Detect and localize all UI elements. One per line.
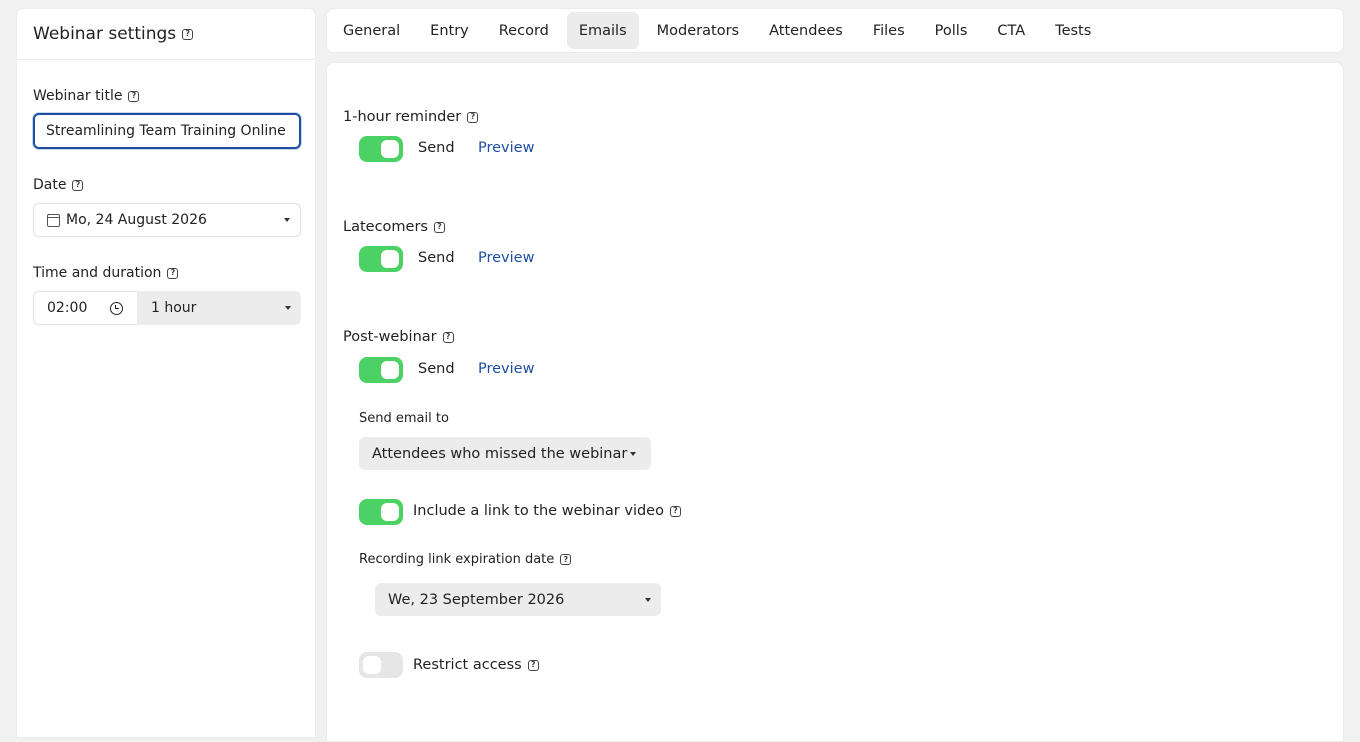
webinar-title-input[interactable] <box>33 113 301 149</box>
toggle-knob <box>381 140 399 158</box>
date-value: Mo, 24 August 2026 <box>66 212 207 228</box>
sidebar-header: Webinar settings ? <box>17 9 315 60</box>
latecomers-preview-link[interactable]: Preview <box>478 250 534 266</box>
time-duration-label: Time and duration? <box>33 265 179 281</box>
post-webinar-label-text: Post-webinar <box>343 329 437 345</box>
include-link-label-text: Include a link to the webinar video <box>413 503 664 519</box>
webinar-title-label: Webinar title? <box>33 88 140 104</box>
toggle-knob <box>363 656 381 674</box>
include-link-label: Include a link to the webinar video? <box>413 503 681 519</box>
settings-tabs: General Entry Record Emails Moderators A… <box>326 8 1344 53</box>
date-label-text: Date <box>33 177 67 193</box>
send-to-select[interactable]: Attendees who missed the webinar <box>359 437 651 470</box>
send-to-label: Send email to <box>359 411 449 426</box>
latecomers-send-label: Send <box>418 250 455 266</box>
post-webinar-send-label: Send <box>418 361 455 377</box>
tab-general[interactable]: General <box>331 12 412 49</box>
reminder-preview-link[interactable]: Preview <box>478 140 534 156</box>
toggle-knob <box>381 361 399 379</box>
time-value: 02:00 <box>47 300 88 316</box>
time-input[interactable]: 02:00 <box>33 291 138 325</box>
emails-panel: 1-hour reminder? Send Preview Latecomers… <box>326 62 1344 742</box>
tab-entry[interactable]: Entry <box>418 12 481 49</box>
tab-moderators[interactable]: Moderators <box>645 12 751 49</box>
calendar-icon <box>47 213 60 227</box>
help-icon[interactable]: ? <box>669 505 681 517</box>
send-to-value: Attendees who missed the webinar <box>372 445 628 462</box>
post-webinar-preview-link[interactable]: Preview <box>478 361 534 377</box>
toggle-knob <box>381 250 399 268</box>
date-label: Date? <box>33 177 84 193</box>
chevron-down-icon <box>645 597 651 602</box>
post-webinar-label: Post-webinar? <box>343 329 454 345</box>
chevron-down-icon <box>285 306 291 310</box>
duration-value: 1 hour <box>151 300 197 316</box>
latecomers-label-text: Latecomers <box>343 219 428 235</box>
include-link-toggle[interactable] <box>359 499 403 525</box>
latecomers-send-toggle[interactable] <box>359 246 403 272</box>
help-icon[interactable]: ? <box>442 331 454 343</box>
tab-emails[interactable]: Emails <box>566 12 639 49</box>
reminder-send-label: Send <box>418 140 455 156</box>
expiration-label-text: Recording link expiration date <box>359 552 555 567</box>
tab-attendees[interactable]: Attendees <box>757 12 855 49</box>
chevron-down-icon <box>284 218 290 222</box>
tab-files[interactable]: Files <box>861 12 917 49</box>
date-select[interactable]: Mo, 24 August 2026 <box>33 203 301 237</box>
tab-polls[interactable]: Polls <box>923 12 980 49</box>
settings-sidebar: Webinar settings ? Webinar title? Date? … <box>16 8 316 738</box>
reminder-send-toggle[interactable] <box>359 136 403 162</box>
tab-tests[interactable]: Tests <box>1043 12 1103 49</box>
tab-record[interactable]: Record <box>487 12 561 49</box>
help-icon[interactable]: ? <box>128 90 140 102</box>
help-icon[interactable]: ? <box>72 179 84 191</box>
help-icon[interactable]: ? <box>167 267 179 279</box>
webinar-title-label-text: Webinar title <box>33 88 123 104</box>
reminder-label: 1-hour reminder? <box>343 109 479 125</box>
restrict-access-toggle[interactable] <box>359 652 403 678</box>
reminder-label-text: 1-hour reminder <box>343 109 462 125</box>
restrict-access-label-text: Restrict access <box>413 657 522 673</box>
help-icon[interactable]: ? <box>467 111 479 123</box>
help-icon[interactable]: ? <box>433 221 445 233</box>
expiration-date-select[interactable]: We, 23 September 2026 <box>375 583 661 616</box>
clock-icon <box>110 302 123 315</box>
post-webinar-send-toggle[interactable] <box>359 357 403 383</box>
latecomers-label: Latecomers? <box>343 219 445 235</box>
expiration-date-value: We, 23 September 2026 <box>388 591 565 608</box>
tab-cta[interactable]: CTA <box>985 12 1037 49</box>
chevron-down-icon <box>630 451 636 456</box>
duration-select[interactable]: 1 hour <box>137 291 301 325</box>
help-icon[interactable]: ? <box>560 554 572 565</box>
time-duration-label-text: Time and duration <box>33 265 162 281</box>
restrict-access-label: Restrict access? <box>413 657 539 673</box>
toggle-knob <box>381 503 399 521</box>
sidebar-title: Webinar settings <box>33 24 177 44</box>
expiration-label: Recording link expiration date? <box>359 552 572 567</box>
help-icon[interactable]: ? <box>182 28 194 40</box>
help-icon[interactable]: ? <box>527 659 539 671</box>
